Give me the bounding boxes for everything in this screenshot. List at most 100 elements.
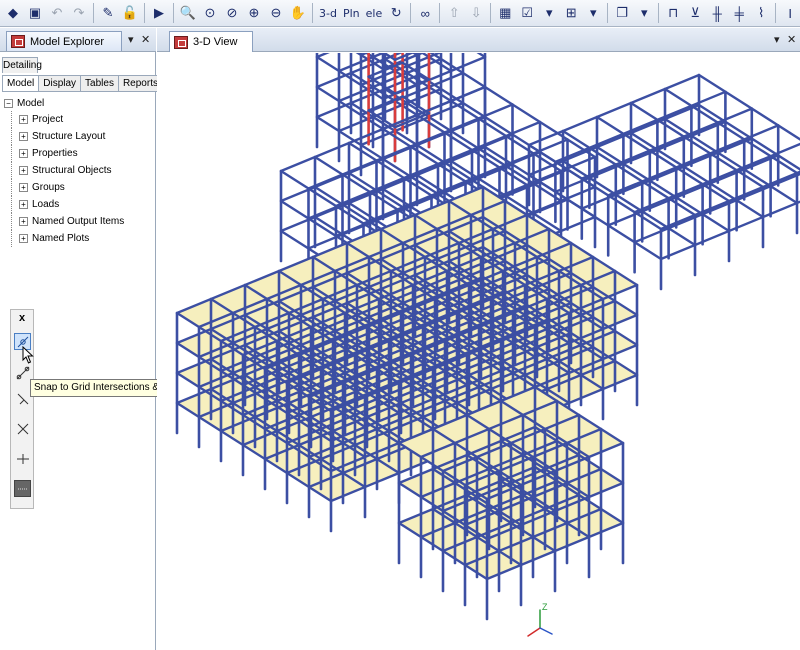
snap-fine-grid-icon[interactable]	[14, 480, 31, 497]
view-elevation-button[interactable]: ele	[364, 3, 385, 23]
pointer-icon[interactable]: ◆	[3, 3, 23, 23]
checkbox-icon[interactable]: ☑	[517, 3, 537, 23]
toolbar-separator	[144, 3, 145, 23]
snap-intersections-icon[interactable]	[14, 420, 31, 437]
zoom-in-icon[interactable]: ⊕	[244, 3, 264, 23]
redo-icon[interactable]: ↷	[69, 3, 89, 23]
wall-icon[interactable]: ╫	[707, 3, 727, 23]
explorer-tab[interactable]: Model Explorer	[6, 31, 122, 51]
close-icon[interactable]: x	[11, 312, 33, 324]
toolbar-separator	[173, 3, 174, 23]
move-up-icon[interactable]: ⇧	[444, 3, 464, 23]
zoom-restore-icon[interactable]: ⊙	[200, 3, 220, 23]
pin-dropdown-icon[interactable]: ▾	[128, 33, 134, 46]
tree-root-label: Model	[17, 98, 45, 109]
tab-tables[interactable]: Tables	[80, 75, 119, 92]
snap-extensions-icon[interactable]	[14, 450, 31, 467]
toolbar-separator	[658, 3, 660, 23]
tree-item-label: Named Output Items	[32, 216, 125, 227]
tree-item-label: Named Plots	[32, 233, 90, 244]
tab-model[interactable]: Model	[2, 75, 40, 92]
tree-item-label: Properties	[32, 148, 78, 159]
beam[interactable]	[527, 73, 701, 147]
zoom-previous-icon[interactable]: ⊘	[222, 3, 242, 23]
tree-item-named-plots[interactable]: + Named Plots	[4, 230, 124, 247]
expand-icon[interactable]: +	[19, 166, 28, 175]
expand-icon[interactable]: +	[19, 234, 28, 243]
lock-icon[interactable]: 🔓	[120, 3, 140, 23]
view-3d-pane: 3-D View ▾ ✕ Z	[157, 28, 800, 650]
zoom-window-icon[interactable]: 🔍	[178, 3, 198, 23]
close-icon[interactable]: ✕	[787, 33, 796, 46]
expand-icon[interactable]: +	[19, 217, 28, 226]
save-icon[interactable]: ▣	[25, 3, 45, 23]
frame-icon[interactable]: ⊓	[663, 3, 683, 23]
glasses-icon[interactable]: ∞	[415, 3, 435, 23]
tree-item-label: Structural Objects	[32, 165, 112, 176]
view-3d-button[interactable]: 3-d	[317, 3, 339, 23]
pan-icon[interactable]: ✋	[288, 3, 308, 23]
view-title-bar: 3-D View ▾ ✕	[157, 28, 800, 52]
expand-icon[interactable]: +	[19, 200, 28, 209]
mouse-cursor-icon	[22, 346, 34, 364]
options-icon[interactable]: ⊞	[561, 3, 581, 23]
floor-icon[interactable]: ╪	[729, 3, 749, 23]
explorer-title: Model Explorer	[30, 35, 104, 48]
tree-root[interactable]: − Model	[4, 96, 124, 111]
tree-item-label: Groups	[32, 182, 65, 193]
view-title: 3-D View	[193, 36, 238, 48]
expand-icon[interactable]: +	[19, 149, 28, 158]
main-toolbar: ◆▣↶↷✎🔓▶🔍⊙⊘⊕⊖✋3-dPlnele↻∞⇧⇩▦☑▾⊞▾❐▾⊓⊻╫╪⌇I▾…	[0, 0, 800, 27]
tree-item-properties[interactable]: + Properties	[4, 145, 124, 162]
view-tab[interactable]: 3-D View	[169, 31, 253, 52]
run-analysis-icon[interactable]: ▶	[149, 3, 169, 23]
axis-y[interactable]	[539, 627, 553, 635]
expand-icon[interactable]: +	[19, 115, 28, 124]
rotate-icon[interactable]: ↻	[386, 3, 406, 23]
expand-icon[interactable]: +	[19, 132, 28, 141]
snap-toolbar: x	[10, 309, 34, 509]
object-shrink-icon[interactable]: ❐	[612, 3, 632, 23]
pin-dropdown-icon[interactable]: ▾	[774, 33, 780, 46]
column-icon[interactable]: I	[780, 3, 800, 23]
snap-line-ends-icon[interactable]	[14, 364, 31, 381]
view-plan-button[interactable]: Pln	[341, 3, 362, 23]
grid-icon[interactable]: ▦	[495, 3, 515, 23]
model-tree: − Model + Project + Structure Layout + Prop…	[4, 96, 124, 247]
tree-item-structure-layout[interactable]: + Structure Layout	[4, 128, 124, 145]
toolbar-separator	[410, 3, 412, 23]
toolbar-separator	[93, 3, 94, 23]
expand-icon[interactable]: +	[19, 183, 28, 192]
beam[interactable]	[697, 73, 800, 159]
restraint-icon[interactable]: ⊻	[685, 3, 705, 23]
tree-item-label: Structure Layout	[32, 131, 106, 142]
tree-item-project[interactable]: + Project	[4, 111, 124, 128]
dropdown-icon[interactable]: ▾	[539, 3, 559, 23]
beam[interactable]	[697, 103, 800, 189]
dropdown-icon[interactable]: ▾	[583, 3, 603, 23]
app-icon	[174, 35, 188, 49]
tab-display[interactable]: Display	[38, 75, 82, 92]
undo-icon[interactable]: ↶	[47, 3, 67, 23]
tree-item-loads[interactable]: + Loads	[4, 196, 124, 213]
zoom-out-icon[interactable]: ⊖	[266, 3, 286, 23]
explorer-tabs: Model Display Tables Reports	[2, 75, 163, 92]
tab-detailing[interactable]: Detailing	[2, 57, 42, 73]
explorer-title-bar: Model Explorer ▾ ✕	[0, 28, 156, 52]
close-icon[interactable]: ✕	[141, 33, 150, 46]
axis-x[interactable]	[527, 627, 541, 637]
link-icon[interactable]: ⌇	[751, 3, 771, 23]
tree-item-named-output-items[interactable]: + Named Output Items	[4, 213, 124, 230]
app-icon	[11, 35, 25, 48]
axis-label: Z	[542, 602, 548, 612]
collapse-icon[interactable]: −	[4, 99, 13, 108]
dropdown-icon[interactable]: ▾	[634, 3, 654, 23]
tree-item-groups[interactable]: + Groups	[4, 179, 124, 196]
snap-perpendicular-icon[interactable]	[14, 390, 31, 407]
move-down-icon[interactable]: ⇩	[466, 3, 486, 23]
toolbar-separator	[312, 3, 313, 23]
tree-item-structural-objects[interactable]: + Structural Objects	[4, 162, 124, 179]
structural-model-canvas[interactable]: Z	[157, 53, 800, 650]
draw-pencil-icon[interactable]: ✎	[98, 3, 118, 23]
tree-item-label: Loads	[32, 199, 60, 210]
